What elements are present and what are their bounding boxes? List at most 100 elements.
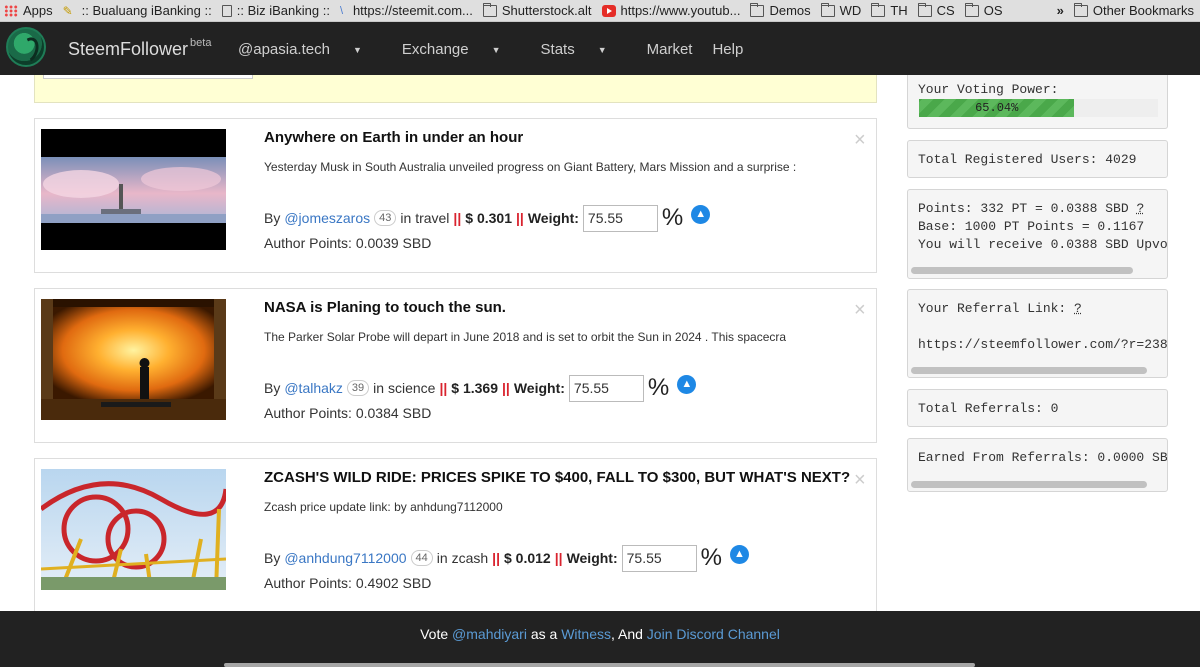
upvote-button[interactable]: ▲ — [677, 374, 697, 394]
referral-link-panel: Your Referral Link: ? https://steemfollo… — [907, 289, 1168, 378]
by-label: By — [264, 380, 281, 396]
horizontal-scrollbar[interactable] — [911, 481, 1147, 488]
witness-user-link[interactable]: @mahdiyari — [452, 626, 527, 642]
author-points: Author Points: 0.4902 SBD — [264, 575, 432, 591]
post-card: ZCASH'S WILD RIDE: PRICES SPIKE TO $400,… — [34, 458, 877, 613]
separator: || — [554, 550, 563, 566]
author-link[interactable]: @jomeszaros — [284, 210, 370, 226]
bookmark-label: TH — [890, 3, 908, 18]
pen-icon: ✎ — [62, 3, 73, 18]
folder-icon — [820, 2, 835, 17]
voting-power-bar: 65.04% — [919, 99, 1158, 117]
upvote-button[interactable]: ▲ — [729, 544, 749, 564]
close-icon[interactable]: × — [854, 299, 866, 322]
author-points: Author Points: 0.0039 SBD — [264, 235, 432, 251]
horizontal-scrollbar[interactable] — [911, 267, 1133, 274]
author-link[interactable]: @anhdung7112000 — [284, 550, 406, 566]
bookmark-shutterstock[interactable]: Shutterstock.alt — [479, 0, 598, 21]
bookmarks-overflow-button[interactable]: » — [1051, 0, 1070, 21]
post-thumbnail[interactable] — [41, 469, 226, 590]
percent-sign: % — [647, 374, 670, 401]
weight-input[interactable] — [582, 204, 658, 232]
caret-down-icon: ▼ — [352, 45, 362, 56]
discord-link[interactable]: Join Discord Channel — [647, 626, 780, 642]
percent-sign: % — [700, 544, 722, 571]
upvote-button[interactable]: ▲ — [691, 204, 711, 224]
author-link[interactable]: @talhakz — [284, 380, 343, 396]
footer-and-text: , And — [610, 626, 643, 642]
post-thumbnail[interactable] — [41, 129, 226, 250]
bookmark-bualuang[interactable]: ✎:: Bualuang iBanking :: — [59, 0, 218, 21]
points-help-link[interactable]: ? — [1136, 201, 1144, 216]
steemfollower-logo-icon[interactable] — [6, 27, 46, 67]
page-icon — [221, 4, 232, 17]
payout-value: $ 0.301 — [465, 210, 512, 226]
reputation-badge: 39 — [346, 380, 370, 396]
bookmark-label: CS — [936, 3, 955, 18]
weight-label: Weight: — [513, 380, 565, 396]
bookmark-label: https://www.youtub... — [620, 3, 741, 18]
chevron-up-icon: ▲ — [695, 207, 707, 220]
post-meta: By @jomeszaros 43 in travel || $ 0.301 |… — [264, 204, 711, 232]
total-referrals-text: Total Referrals: 0 — [918, 401, 1059, 416]
category-label: science — [387, 380, 436, 396]
referral-label: Your Referral Link: — [918, 301, 1067, 316]
bookmark-other[interactable]: Other Bookmarks — [1070, 0, 1200, 21]
bookmark-os[interactable]: OS — [961, 0, 1009, 21]
bookmark-apps[interactable]: Apps — [0, 0, 59, 21]
bookmark-wd[interactable]: WD — [817, 0, 868, 21]
payout-value: $ 0.012 — [504, 550, 551, 566]
points-panel: Points: 332 PT = 0.0388 SBD ? Base: 1000… — [907, 189, 1168, 279]
chevron-up-icon: ▲ — [681, 377, 693, 390]
bookmark-th[interactable]: TH — [867, 0, 913, 21]
brand-tag: beta — [190, 37, 212, 49]
separator: || — [502, 380, 510, 396]
post-title[interactable]: ZCASH'S WILD RIDE: PRICES SPIKE TO $400,… — [264, 469, 850, 486]
referral-url[interactable]: https://steemfollower.com/?r=238 — [918, 337, 1167, 352]
bookmark-label: Other Bookmarks — [1092, 3, 1194, 18]
nav-market-link[interactable]: Market — [647, 41, 693, 58]
earned-referrals-panel: Earned From Referrals: 0.0000 SB — [907, 438, 1168, 492]
horizontal-scrollbar[interactable] — [911, 367, 1147, 374]
bookmark-steemit[interactable]: \ https://steemit.com... — [336, 0, 479, 21]
nav-stats-dropdown[interactable]: Stats ▼ — [541, 41, 627, 58]
caret-down-icon: ▼ — [597, 45, 607, 56]
post-title[interactable]: NASA is Planing to touch the sun. — [264, 299, 506, 316]
post-description: The Parker Solar Probe will depart in Ju… — [264, 330, 787, 344]
close-icon[interactable]: × — [854, 129, 866, 152]
close-icon[interactable]: × — [854, 469, 866, 492]
bookmark-demos[interactable]: Demos — [746, 0, 816, 21]
by-label: By — [264, 210, 281, 226]
reputation-badge: 44 — [410, 550, 433, 566]
folder-icon — [871, 2, 886, 17]
referral-label-line: Your Referral Link: ? — [918, 301, 1082, 316]
weight-input[interactable] — [621, 544, 697, 572]
chevron-up-icon: ▲ — [734, 547, 745, 560]
nav-help-link[interactable]: Help — [712, 41, 743, 58]
bookmark-label: Demos — [769, 3, 811, 18]
brand[interactable]: SteemFollower beta — [68, 37, 212, 60]
referral-help-link[interactable]: ? — [1074, 301, 1082, 316]
voting-power-fill: 65.04% — [919, 99, 1075, 117]
post-meta: By @anhdung7112000 44 in zcash || $ 0.01… — [264, 544, 749, 572]
page-horizontal-scrollbar[interactable] — [224, 663, 975, 667]
post-card: Anywhere on Earth in under an hour Yeste… — [34, 118, 877, 273]
nav-exchange-dropdown[interactable]: Exchange ▼ — [402, 41, 521, 58]
bookmark-cs[interactable]: CS — [914, 0, 961, 21]
apps-grid-icon — [4, 4, 18, 17]
folder-icon — [917, 2, 932, 17]
nav-account-dropdown[interactable]: @apasia.tech ▼ — [238, 41, 382, 58]
witness-link[interactable]: Witness — [561, 626, 611, 642]
weight-input[interactable] — [568, 374, 644, 402]
category-prefix: in — [436, 550, 448, 566]
post-title[interactable]: Anywhere on Earth in under an hour — [264, 129, 523, 146]
youtube-icon — [601, 4, 616, 17]
voting-power-label: Your Voting Power: — [918, 82, 1059, 97]
separator: || — [453, 210, 462, 226]
separator: || — [515, 210, 524, 226]
folder-icon — [750, 2, 765, 17]
bookmark-biz-ibanking[interactable]: :: Biz iBanking :: — [218, 0, 336, 21]
separator: || — [492, 550, 500, 566]
post-thumbnail[interactable] — [41, 299, 226, 420]
bookmark-youtube[interactable]: https://www.youtub... — [598, 0, 747, 21]
